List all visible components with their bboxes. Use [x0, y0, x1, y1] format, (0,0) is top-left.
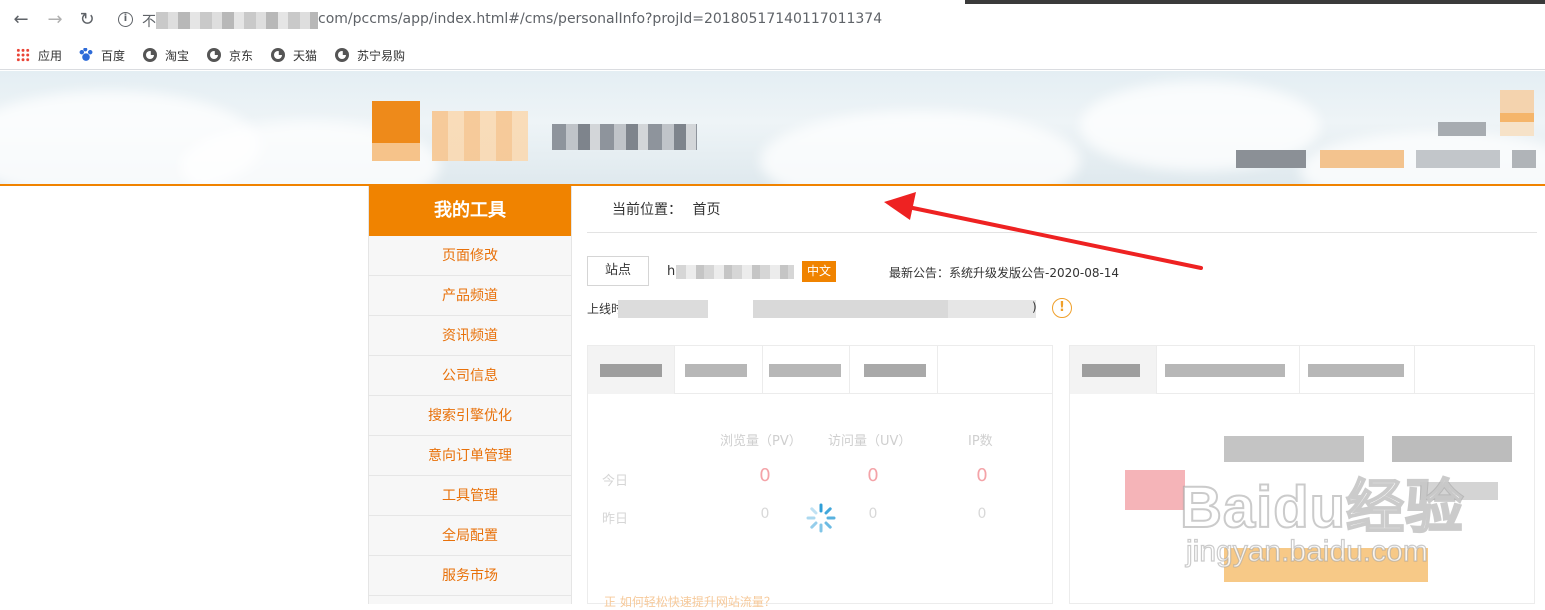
annotation-arrow-icon: [884, 192, 1203, 270]
